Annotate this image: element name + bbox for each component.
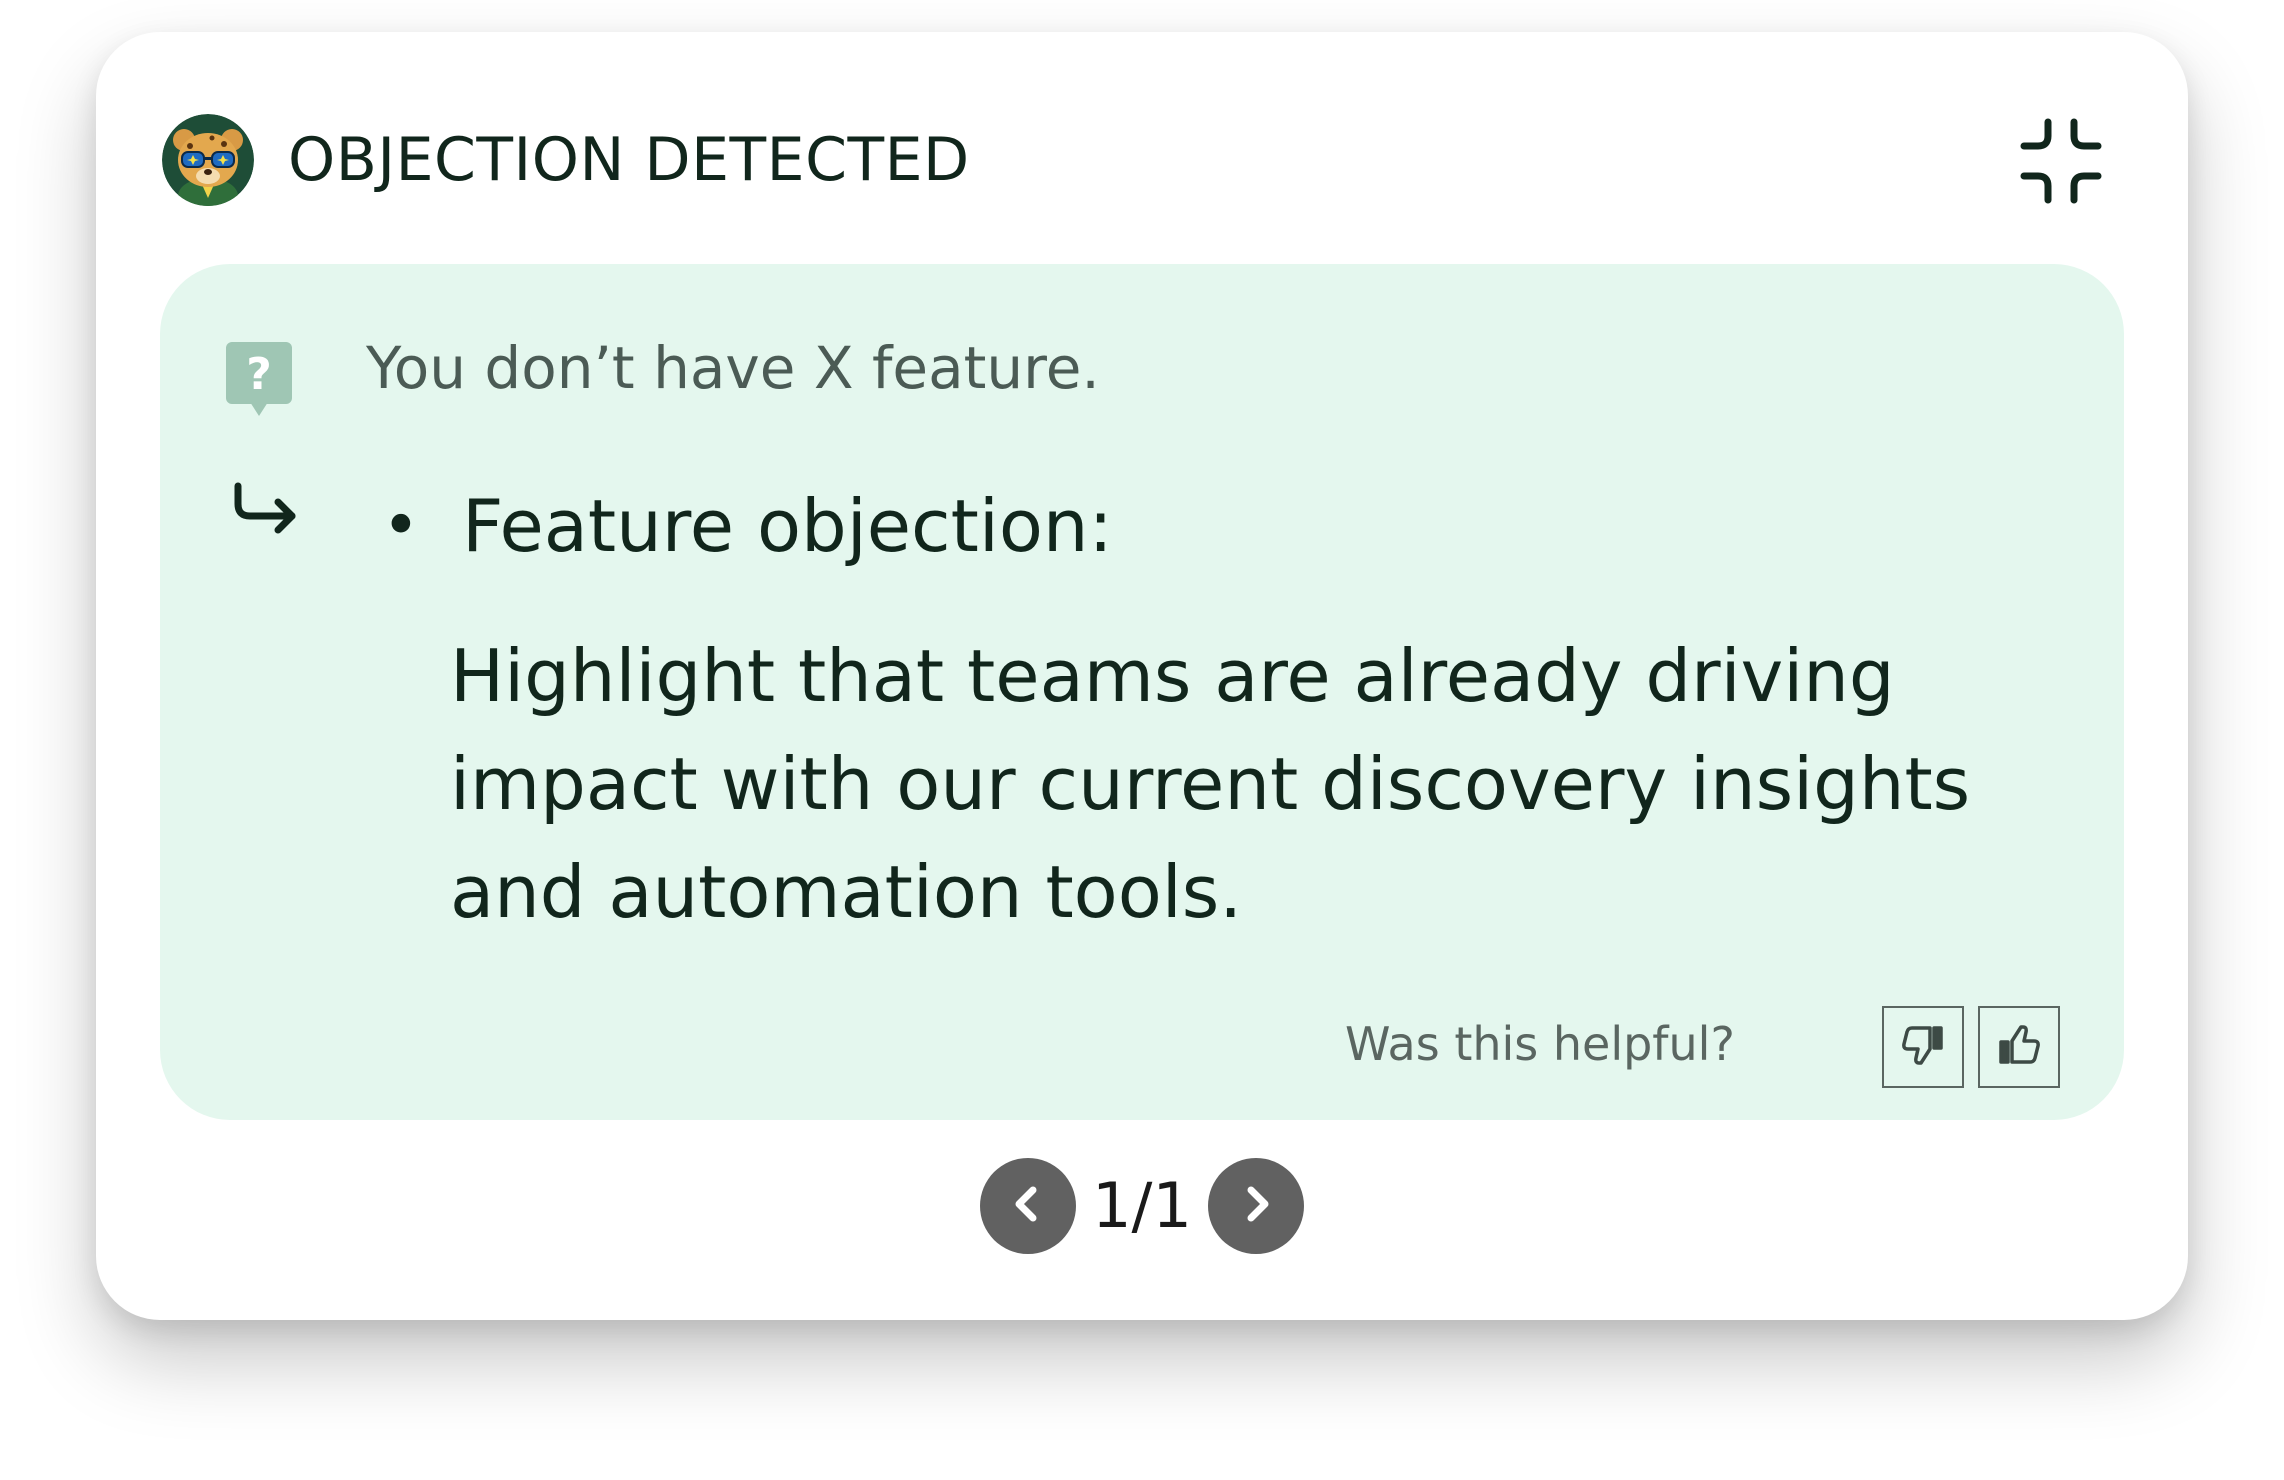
previous-button[interactable] [980,1158,1076,1254]
objection-card: OBJECTION DETECTED ? You don’t have X fe… [96,32,2188,1320]
card-title: OBJECTION DETECTED [288,125,970,195]
next-button[interactable] [1208,1158,1304,1254]
helpful-label: Was this helpful? [1345,1017,1735,1071]
cheetah-mascot-icon [162,114,254,206]
question-bubble-icon: ? [226,342,292,416]
collapse-arrows-icon[interactable] [2016,116,2106,206]
response-title: Feature objection: [462,484,1113,568]
svg-text:?: ? [246,349,272,400]
thumbs-up-button[interactable] [1978,1006,2060,1088]
objection-question: You don’t have X feature. [366,334,1100,402]
bullet-dot: • [382,489,420,563]
objection-panel: ? You don’t have X feature. • Feature ob… [160,264,2124,1120]
thumbs-down-button[interactable] [1882,1006,1964,1088]
chevron-right-icon [1236,1184,1276,1228]
pagination: 1/1 [96,1158,2188,1254]
response-body: Highlight that teams are already driving… [450,634,1971,934]
thumbs-up-icon [1996,1022,2042,1072]
thumbs-down-icon [1900,1022,1946,1072]
reply-arrow-icon [230,482,300,542]
chevron-left-icon [1008,1184,1048,1228]
page-counter: 1/1 [1092,1169,1192,1242]
